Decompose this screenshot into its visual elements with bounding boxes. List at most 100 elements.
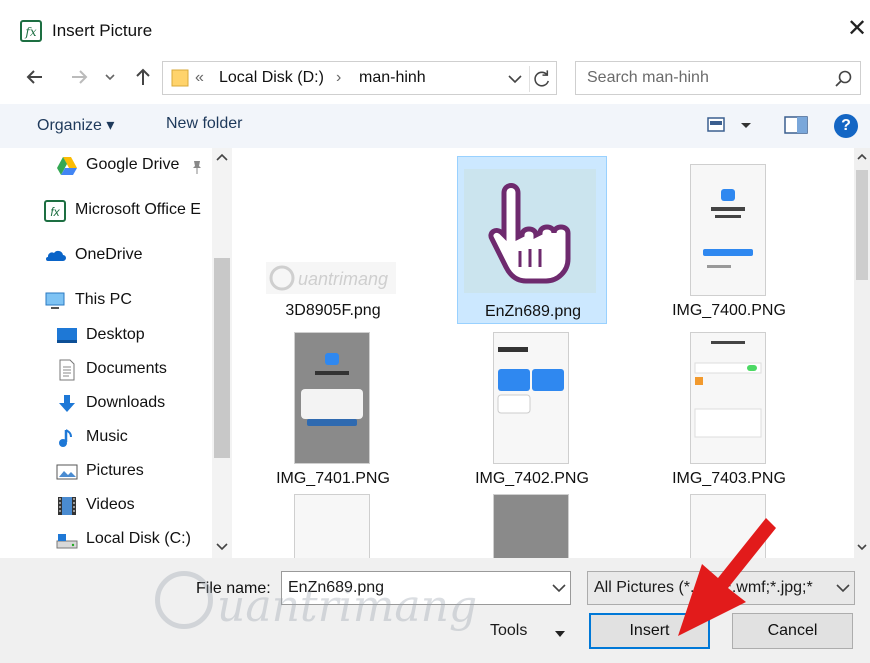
scroll-up-chevron-icon[interactable] [214, 150, 230, 164]
file-tile-selected[interactable]: EnZn689.png [457, 156, 607, 324]
file-tile-partial[interactable] [457, 492, 607, 558]
breadcrumb-overflow[interactable]: « [195, 69, 204, 87]
file-name: IMG_7401.PNG [276, 470, 390, 487]
svg-text:uantrimang: uantrimang [298, 269, 388, 289]
sidebar-item-label: Microsoft Office E [75, 201, 201, 218]
file-thumbnail [457, 330, 607, 466]
file-thumbnail [258, 330, 408, 466]
file-tile-partial[interactable] [654, 492, 804, 558]
organize-button[interactable]: Organize ▾ [37, 115, 114, 135]
help-button[interactable]: ? [834, 114, 858, 138]
change-view-icon[interactable] [706, 113, 730, 137]
back-arrow-icon[interactable] [22, 64, 48, 90]
file-name-dropdown-chevron-icon[interactable] [550, 579, 568, 597]
file-thumbnail [458, 163, 608, 299]
breadcrumb-local-disk-d[interactable]: Local Disk (D:) [219, 69, 324, 87]
desktop-icon [57, 328, 77, 343]
google-drive-icon [57, 157, 77, 175]
downloads-icon [59, 395, 75, 412]
file-type-value: All Pictures (*.emf;*.wmf;*.jpg;* [594, 579, 813, 596]
file-type-dropdown-chevron-icon[interactable] [834, 579, 852, 597]
command-bar: Organize ▾ New folder ? [0, 104, 870, 148]
this-pc-icon [45, 292, 65, 309]
file-list: uantrimang 3D8905F.png EnZn689.png IMG_7… [236, 148, 854, 558]
organize-label: Organize [37, 117, 102, 134]
file-name: 3D8905F.png [285, 302, 381, 319]
file-name-input[interactable]: EnZn689.png [281, 571, 571, 605]
tools-dropdown-icon[interactable] [554, 628, 566, 640]
sidebar-scrollbar[interactable] [212, 148, 232, 558]
phone-screen-graphic [694, 341, 762, 438]
sidebar-item-label: Downloads [86, 394, 166, 411]
search-icon[interactable] [832, 68, 854, 90]
sidebar-item-label: Desktop [86, 326, 145, 343]
address-dropdown-chevron-icon[interactable] [505, 67, 525, 89]
sidebar-item-onedrive[interactable]: OneDrive [0, 240, 210, 272]
excel-icon: fx [44, 200, 66, 222]
pointing-hand-image [464, 169, 596, 293]
sidebar-item-documents[interactable]: Documents [0, 354, 210, 386]
tools-button[interactable]: Tools [490, 622, 527, 640]
file-name-label: File name: [196, 580, 271, 597]
new-folder-button[interactable]: New folder [166, 115, 242, 133]
refresh-icon[interactable] [529, 66, 555, 92]
sidebar-item-google-drive[interactable]: Google Drive [0, 150, 210, 182]
recent-locations-chevron-icon[interactable] [102, 64, 118, 90]
phone-screenshot [294, 494, 370, 558]
phone-screenshot [493, 494, 569, 558]
local-disk-icon [56, 534, 78, 549]
sidebar-item-label: Documents [86, 360, 167, 377]
videos-icon [58, 497, 76, 515]
file-thumbnail: uantrimang [258, 162, 408, 298]
phone-screen-graphic [497, 347, 564, 414]
file-thumbnail [654, 330, 804, 466]
file-thumbnail [654, 162, 804, 298]
file-name: IMG_7402.PNG [475, 470, 589, 487]
forward-arrow-icon[interactable] [66, 64, 92, 90]
sidebar-item-local-disk-c[interactable]: Local Disk (C:) [0, 524, 210, 556]
file-list-scroll-thumb[interactable] [856, 170, 868, 280]
sidebar-item-microsoft-office[interactable]: fx Microsoft Office E [0, 195, 210, 227]
sidebar-item-videos[interactable]: Videos [0, 490, 210, 522]
close-button[interactable]: ✕ [842, 14, 870, 44]
phone-screen-graphic [703, 189, 753, 268]
sidebar-scroll-thumb[interactable] [214, 258, 230, 458]
sidebar-item-desktop[interactable]: Desktop [0, 320, 210, 352]
pin-icon[interactable] [190, 155, 204, 177]
sidebar-item-pictures[interactable]: Pictures [0, 456, 210, 488]
scroll-up-chevron-icon[interactable] [855, 150, 869, 164]
file-tile[interactable]: uantrimang 3D8905F.png [258, 156, 408, 324]
file-tile[interactable]: IMG_7402.PNG [457, 324, 607, 492]
file-tile-partial[interactable] [258, 492, 408, 558]
sidebar-item-label: This PC [75, 291, 132, 308]
view-dropdown-chevron-icon[interactable] [736, 113, 756, 137]
file-name: IMG_7403.PNG [672, 470, 786, 487]
file-tile[interactable]: IMG_7401.PNG [258, 324, 408, 492]
file-list-scrollbar[interactable] [854, 148, 870, 558]
sidebar-item-label: Videos [86, 496, 135, 513]
svg-text:fx: fx [24, 25, 36, 39]
file-tile[interactable]: IMG_7400.PNG [654, 156, 804, 324]
insert-button[interactable]: Insert [589, 613, 710, 649]
phone-screenshot [294, 332, 370, 464]
phone-screenshot [690, 332, 766, 464]
file-tile[interactable]: IMG_7403.PNG [654, 324, 804, 492]
breadcrumb-separator: › [336, 69, 342, 86]
sidebar-item-label: Google Drive [86, 156, 180, 173]
scroll-down-chevron-icon[interactable] [855, 540, 869, 554]
breadcrumb-man-hinh[interactable]: man-hinh [359, 69, 426, 87]
search-box[interactable]: Search man-hinh [575, 61, 861, 95]
phone-screen-graphic [301, 353, 363, 426]
sidebar-item-this-pc[interactable]: This PC [0, 285, 210, 317]
sidebar-item-label: OneDrive [75, 246, 143, 263]
sidebar-item-music[interactable]: Music [0, 422, 210, 454]
navigation-bar: « Local Disk (D:) › man-hinh Search man-… [0, 58, 870, 100]
preview-pane-icon[interactable] [784, 113, 808, 137]
scroll-down-chevron-icon[interactable] [214, 540, 230, 554]
cancel-button[interactable]: Cancel [732, 613, 853, 649]
sidebar-item-label: Local Disk (C:) [86, 530, 191, 547]
address-bar[interactable]: « Local Disk (D:) › man-hinh [162, 61, 557, 95]
up-arrow-icon[interactable] [130, 64, 156, 90]
file-type-select[interactable]: All Pictures (*.emf;*.wmf;*.jpg;* [587, 571, 855, 605]
sidebar-item-downloads[interactable]: Downloads [0, 388, 210, 420]
